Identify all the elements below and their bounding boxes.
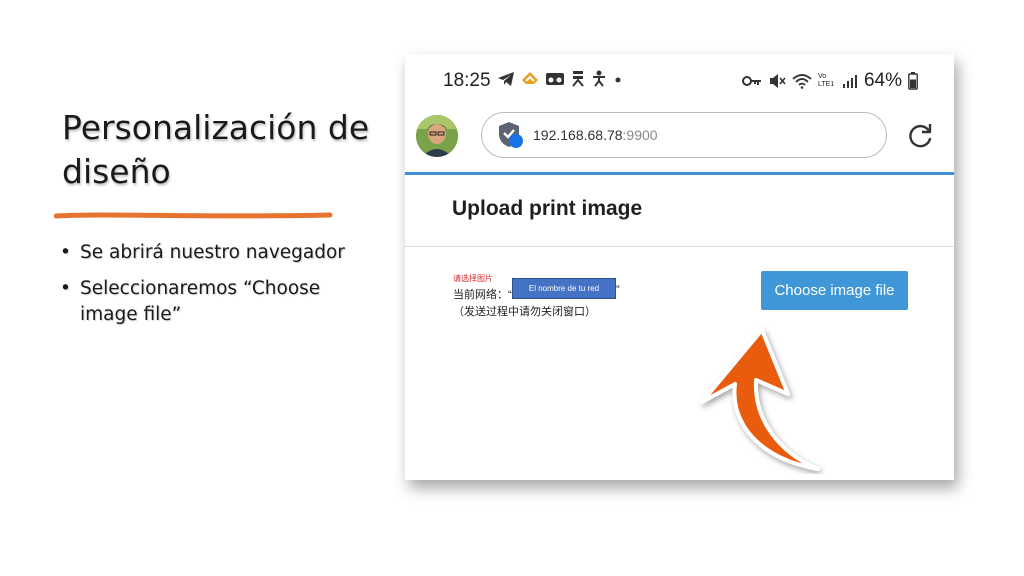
status-right-icons: Vo LTE1 64%: [741, 70, 918, 92]
url-host: 192.168.68.78: [533, 127, 623, 143]
page-heading: Upload print image: [452, 197, 643, 220]
volte-icon: Vo LTE1: [817, 73, 835, 88]
hotspot-icon: [572, 71, 584, 87]
url-port: :9900: [622, 127, 658, 143]
do-not-close-note: （发送过程中请勿关闭窗口）: [453, 306, 596, 318]
status-time: 18:25: [443, 70, 491, 91]
network-name-callout: El nombre de tu red: [512, 278, 616, 299]
battery-percent: 64%: [863, 70, 902, 91]
title-underline: [54, 212, 333, 219]
bullet-item: Se abrirá nuestro navegador: [60, 240, 360, 266]
battery-icon: [908, 72, 918, 90]
avatar[interactable]: [416, 115, 458, 157]
network-close-quote: ”: [616, 284, 620, 296]
site-shield-icon[interactable]: [498, 121, 524, 149]
page-load-bar: [405, 172, 954, 175]
header-divider: [405, 246, 954, 247]
wifi-icon: [792, 74, 812, 89]
choose-image-file-button[interactable]: Choose image file: [761, 271, 908, 310]
url-bar[interactable]: 192.168.68.78:9900: [481, 112, 887, 158]
pointer-arrow: [700, 328, 820, 471]
status-left-icons: [497, 70, 623, 87]
current-network-label: 当前网络：“: [453, 289, 512, 301]
reload-icon[interactable]: [906, 122, 934, 150]
slide-title: Personalización de diseño: [62, 108, 370, 191]
accessibility-icon: [593, 70, 605, 87]
dot-icon: [615, 77, 621, 82]
status-bar: 18:25 Vo LTE1 64%: [405, 54, 954, 112]
bullet-item: Seleccionaremos “Choose image file”: [60, 276, 360, 328]
url-text[interactable]: 192.168.68.78:9900: [533, 127, 658, 143]
bullet-list: Se abrirá nuestro navegador Seleccionare…: [60, 240, 360, 338]
vpn-key-icon: [741, 76, 761, 86]
feedly-icon: [522, 71, 538, 84]
telegram-icon: [498, 71, 514, 86]
select-image-hint: 请选择图片: [453, 274, 493, 283]
mute-icon: [769, 74, 786, 88]
signal-icon: [842, 75, 857, 88]
voicemail-icon: [546, 72, 564, 85]
phone-screenshot: 18:25 Vo LTE1 64% 192.168.68.78:9900 Upl…: [405, 54, 954, 480]
